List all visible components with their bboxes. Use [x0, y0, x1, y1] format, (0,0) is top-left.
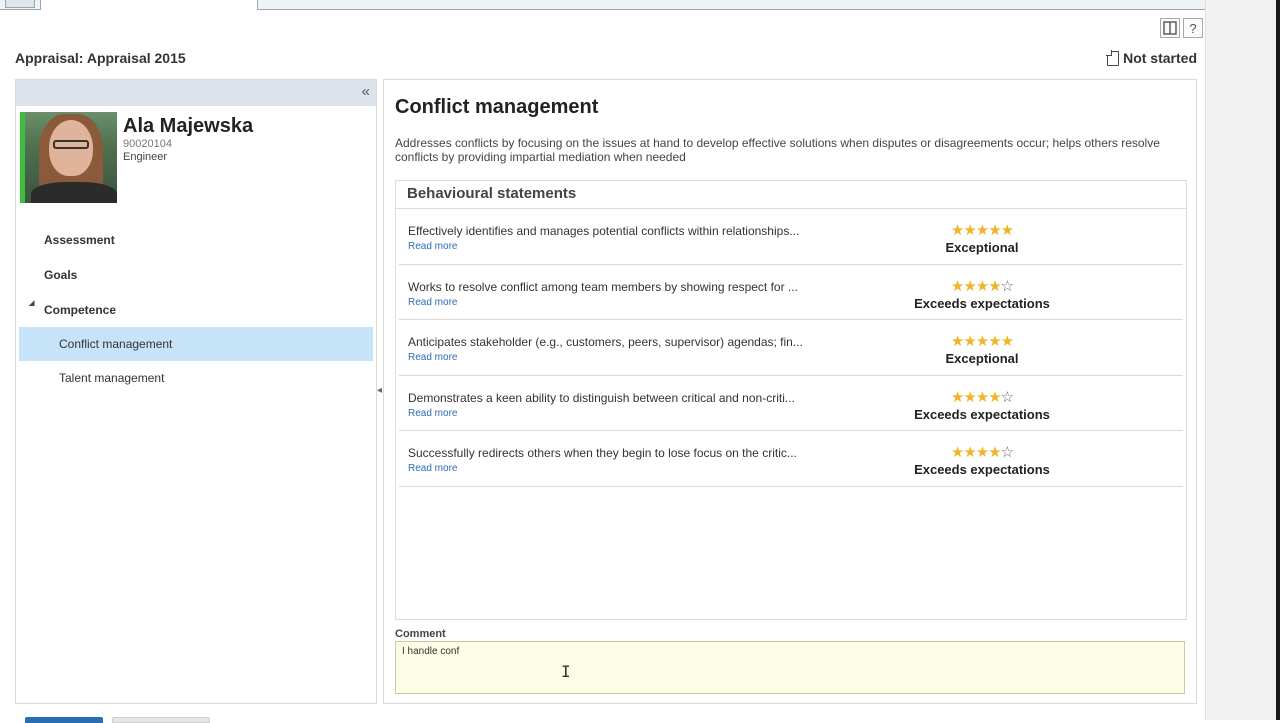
- statement-row: Successfully redirects others when they …: [399, 431, 1183, 487]
- statement-row: Anticipates stakeholder (e.g., customers…: [399, 320, 1183, 376]
- nav-sub-conflict-management[interactable]: Conflict management: [19, 327, 373, 361]
- competency-title: Conflict management: [395, 96, 599, 118]
- expand-triangle-icon[interactable]: ◢: [29, 299, 34, 307]
- rating-label: Exceeds expectations: [914, 462, 1050, 477]
- rating[interactable]: ★★★★☆ Exceeds expectations: [899, 445, 1065, 479]
- help-icon[interactable]: ?: [1183, 18, 1203, 38]
- status-label: Not started: [1123, 50, 1197, 66]
- star-rating-icon[interactable]: ★★★★☆: [899, 389, 1065, 406]
- avatar: [20, 112, 117, 203]
- statement-text: Works to resolve conflict among team mem…: [408, 279, 798, 294]
- window-edge: [1205, 0, 1280, 720]
- star-rating-icon[interactable]: ★★★★★: [899, 223, 1065, 239]
- statement-row: Demonstrates a keen ability to distingui…: [399, 376, 1183, 431]
- read-more-link[interactable]: Read more: [408, 297, 457, 308]
- appraisal-nav: Assessment Goals ◢ Competence Conflict ma…: [16, 222, 376, 395]
- statement-text: Effectively identifies and manages poten…: [408, 224, 800, 238]
- nav-item-competence[interactable]: ◢ Competence: [16, 292, 376, 327]
- read-more-link[interactable]: Read more: [408, 241, 457, 252]
- statements-header: Behavioural statements: [396, 181, 1186, 209]
- statement-text: Demonstrates a keen ability to distingui…: [408, 390, 795, 405]
- competency-description: Addresses conflicts by focusing on the i…: [395, 136, 1160, 164]
- nav-item-label: Competence: [44, 302, 117, 317]
- comment-label: Comment: [395, 628, 446, 640]
- employee-info: Ala Majewska 90020104 Engineer: [117, 112, 253, 203]
- split-view-icon[interactable]: [1160, 18, 1180, 38]
- statement-text: Anticipates stakeholder (e.g., customers…: [408, 335, 803, 349]
- behavioural-statements: Behavioural statements Effectively ident…: [395, 180, 1187, 620]
- nav-sub-talent-management[interactable]: Talent management: [19, 361, 373, 395]
- employee-id: 90020104: [123, 138, 172, 150]
- statement-text: Successfully redirects others when they …: [408, 446, 797, 460]
- star-rating-icon[interactable]: ★★★★☆: [899, 445, 1065, 461]
- tab-strip: [0, 0, 1205, 10]
- page-title: Appraisal: Appraisal 2015: [15, 50, 186, 66]
- collapse-panel-icon[interactable]: «: [362, 84, 370, 100]
- rating-label: Exceptional: [945, 240, 1019, 255]
- rating[interactable]: ★★★★☆ Exceeds expectations: [899, 278, 1065, 313]
- tab-previous[interactable]: [5, 0, 35, 8]
- star-rating-icon[interactable]: ★★★★★: [899, 334, 1065, 350]
- nav-sub-label: Conflict management: [59, 337, 173, 351]
- rating-label: Exceptional: [945, 351, 1019, 366]
- secondary-button[interactable]: [112, 717, 210, 723]
- nav-sub-label: Talent management: [59, 371, 165, 385]
- nav-item-assessment[interactable]: Assessment: [16, 222, 376, 257]
- read-more-link[interactable]: Read more: [408, 352, 457, 363]
- nav-item-goals[interactable]: Goals: [16, 257, 376, 292]
- primary-button[interactable]: [25, 717, 103, 723]
- comment-field[interactable]: I handle conf: [395, 641, 1185, 694]
- nav-item-label: Assessment: [44, 232, 115, 247]
- header-toolbar: ?: [1160, 18, 1203, 38]
- rating[interactable]: ★★★★★ Exceptional: [899, 223, 1065, 257]
- document-icon: [1106, 49, 1120, 66]
- appraisal-app: ? Appraisal: Appraisal 2015 Not started …: [0, 0, 1205, 723]
- rating-label: Exceeds expectations: [914, 406, 1050, 422]
- statement-row: Effectively identifies and manages poten…: [399, 209, 1183, 265]
- employee-card: Ala Majewska 90020104 Engineer: [20, 112, 253, 203]
- competency-panel: Conflict management Addresses conflicts …: [383, 79, 1197, 704]
- tab-active[interactable]: [40, 0, 258, 10]
- status-indicator: Not started: [1106, 49, 1197, 66]
- star-rating-icon[interactable]: ★★★★☆: [899, 278, 1065, 295]
- left-panel: « Ala Majewska 90020104 Engineer Assessm…: [15, 79, 377, 704]
- rating-label: Exceeds expectations: [914, 295, 1050, 311]
- nav-item-label: Goals: [44, 267, 78, 282]
- rating[interactable]: ★★★★★ Exceptional: [899, 334, 1065, 368]
- read-more-link[interactable]: Read more: [408, 408, 457, 419]
- rating[interactable]: ★★★★☆ Exceeds expectations: [899, 389, 1065, 424]
- read-more-link[interactable]: Read more: [408, 463, 457, 474]
- text-cursor-icon: I: [561, 662, 571, 681]
- statement-row: Works to resolve conflict among team mem…: [399, 265, 1183, 320]
- employee-role: Engineer: [123, 151, 168, 163]
- left-panel-header: «: [16, 80, 376, 106]
- splitter-handle-icon[interactable]: ◂: [377, 385, 382, 396]
- employee-name: Ala Majewska: [123, 115, 254, 137]
